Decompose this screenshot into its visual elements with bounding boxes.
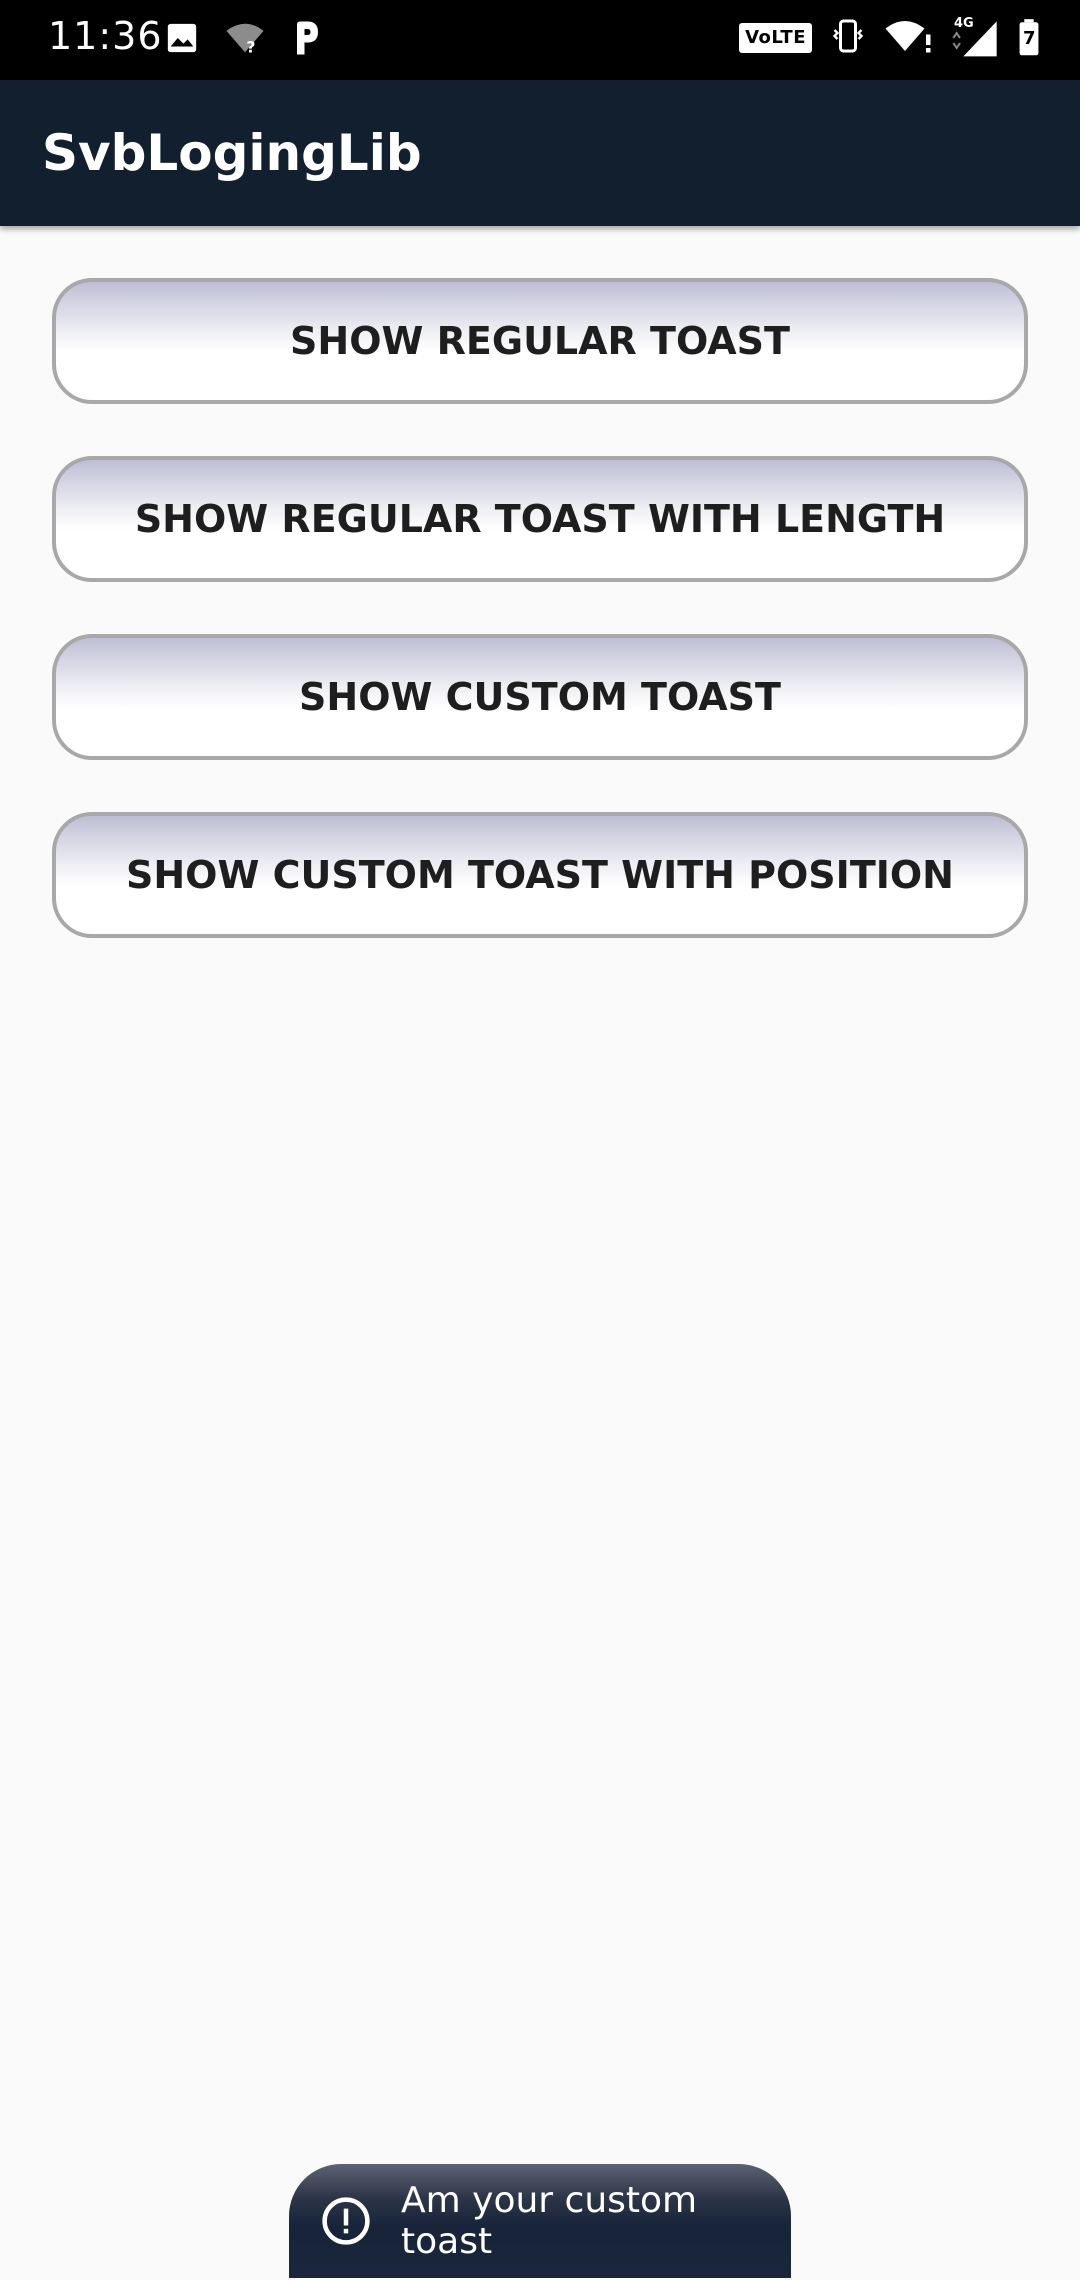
battery-level: 7 — [1023, 28, 1036, 49]
image-icon — [165, 21, 199, 59]
vibrate-icon — [830, 18, 866, 58]
wifi-unknown-icon: ? — [225, 20, 265, 60]
show-regular-toast-with-length-button[interactable]: SHOW REGULAR TOAST WITH LENGTH — [52, 456, 1028, 582]
status-bar: 11:36 ? VoLTE 4G 7 — [0, 0, 1080, 80]
app-title: SvbLogingLib — [42, 124, 422, 182]
wifi-alert-icon — [884, 18, 932, 58]
custom-toast: Am your custom toast — [289, 2164, 791, 2278]
svg-text:?: ? — [246, 37, 255, 56]
button-list: SHOW REGULAR TOAST SHOW REGULAR TOAST WI… — [52, 278, 1028, 990]
status-left-icons: ? — [165, 20, 321, 60]
parking-app-icon — [291, 20, 321, 60]
show-custom-toast-with-position-button[interactable]: SHOW CUSTOM TOAST WITH POSITION — [52, 812, 1028, 938]
show-regular-toast-button[interactable]: SHOW REGULAR TOAST — [52, 278, 1028, 404]
signal-icon: 4G — [950, 16, 1000, 58]
app-bar: SvbLogingLib — [0, 80, 1080, 226]
alert-circle-icon — [319, 2194, 373, 2248]
battery-icon: 7 — [1018, 19, 1040, 57]
volte-icon: VoLTE — [739, 23, 812, 53]
status-right-icons: VoLTE 4G 7 — [739, 16, 1040, 58]
status-time: 11:36 — [48, 14, 163, 58]
toast-message: Am your custom toast — [401, 2180, 698, 2262]
show-custom-toast-button[interactable]: SHOW CUSTOM TOAST — [52, 634, 1028, 760]
